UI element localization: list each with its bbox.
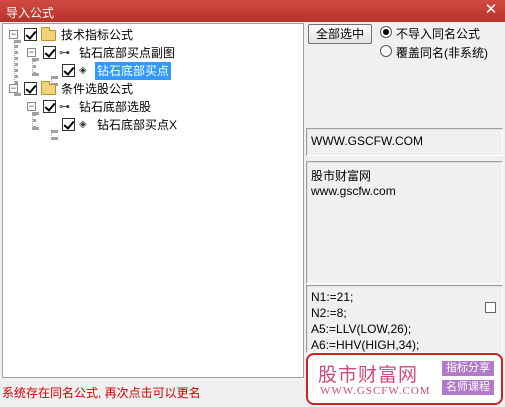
formula-line: A6:=HHV(HIGH,34); bbox=[311, 338, 420, 352]
import-formula-dialog: 导入公式 ✕ − 技术指标公式 − ⊶ 钻石底部买点副图 ◈ 钻石底部买点 − … bbox=[0, 0, 505, 407]
source-field: WWW.GSCFW.COM bbox=[306, 128, 503, 156]
tree-node-formula-group[interactable]: − ⊶ 钻石底部买点副图 bbox=[3, 44, 303, 62]
folder-icon bbox=[41, 81, 56, 95]
tree-node-label-selected: 钻石底部买点 bbox=[95, 62, 172, 80]
collapse-icon[interactable]: − bbox=[27, 102, 36, 111]
banner-tag: 指标分享 bbox=[442, 361, 494, 376]
tree-node-label: 条件选股公式 bbox=[61, 82, 134, 96]
checkbox-checked[interactable] bbox=[24, 82, 37, 95]
formula-icon: ◈ bbox=[79, 119, 87, 130]
formula-line: N1:=21; bbox=[311, 290, 354, 304]
formula-line: A5:=LLV(LOW,26); bbox=[311, 322, 412, 336]
radio-label: 覆盖同名(非系统) bbox=[396, 46, 488, 60]
title-bar: 导入公式 ✕ bbox=[0, 0, 505, 22]
formula-code-area[interactable]: N1:=21; N2:=8; A5:=LLV(LOW,26); A6:=HHV(… bbox=[306, 285, 503, 353]
folder-icon bbox=[41, 27, 56, 41]
checkbox-checked[interactable] bbox=[62, 64, 75, 77]
formula-tree[interactable]: − 技术指标公式 − ⊶ 钻石底部买点副图 ◈ 钻石底部买点 − 条件选股公式 bbox=[2, 23, 304, 378]
key-icon: ⊶ bbox=[59, 47, 70, 59]
key-icon: ⊶ bbox=[59, 101, 70, 113]
tree-node-formula[interactable]: ◈ 钻石底部买点X bbox=[3, 116, 303, 134]
banner-name: 股市财富网 bbox=[318, 365, 419, 386]
description-area[interactable]: 股市财富网 www.gscfw.com bbox=[306, 161, 503, 284]
checkbox[interactable] bbox=[485, 302, 496, 313]
collapse-icon[interactable]: − bbox=[9, 30, 18, 39]
radio-label: 不导入同名公式 bbox=[396, 27, 481, 41]
tree-node-label: 钻石底部买点副图 bbox=[79, 46, 176, 60]
checkbox-checked[interactable] bbox=[24, 28, 37, 41]
banner-tag: 名师课程 bbox=[442, 380, 494, 395]
tree-node-stock-selection[interactable]: − 条件选股公式 bbox=[3, 80, 303, 98]
formula-icon: ◈ bbox=[79, 65, 87, 76]
tree-node-tech-indicators[interactable]: − 技术指标公式 bbox=[3, 26, 303, 44]
formula-line: N2:=8; bbox=[311, 306, 347, 320]
banner-url: WWW.GSCFW.COM bbox=[320, 385, 431, 397]
checkbox-checked[interactable] bbox=[43, 46, 56, 59]
checkbox-checked[interactable] bbox=[43, 100, 56, 113]
watermark-banner: 股市财富网 WWW.GSCFW.COM 指标分享 名师课程 bbox=[306, 353, 503, 405]
tree-node-label: 钻石底部选股 bbox=[79, 100, 152, 114]
collapse-icon[interactable]: − bbox=[9, 84, 18, 93]
close-icon[interactable]: ✕ bbox=[483, 2, 499, 18]
select-all-button[interactable]: 全部选中 bbox=[308, 24, 372, 44]
description-line: 股市财富网 bbox=[311, 169, 372, 183]
source-url: WWW.GSCFW.COM bbox=[311, 134, 423, 148]
status-message: 系统存在同名公式, 再次点击可以更名 bbox=[2, 386, 201, 400]
window-title: 导入公式 bbox=[6, 6, 55, 20]
collapse-icon[interactable]: − bbox=[27, 48, 36, 57]
tree-node-label: 技术指标公式 bbox=[61, 28, 134, 42]
tree-node-label: 钻石底部买点X bbox=[97, 118, 178, 132]
radio-overwrite[interactable] bbox=[380, 45, 392, 57]
checkbox-checked[interactable] bbox=[62, 118, 75, 131]
description-line: www.gscfw.com bbox=[311, 184, 396, 198]
radio-skip-duplicates[interactable] bbox=[380, 26, 392, 38]
tree-node-formula[interactable]: ◈ 钻石底部买点 bbox=[3, 62, 303, 80]
tree-node-formula-group[interactable]: − ⊶ 钻石底部选股 bbox=[3, 98, 303, 116]
